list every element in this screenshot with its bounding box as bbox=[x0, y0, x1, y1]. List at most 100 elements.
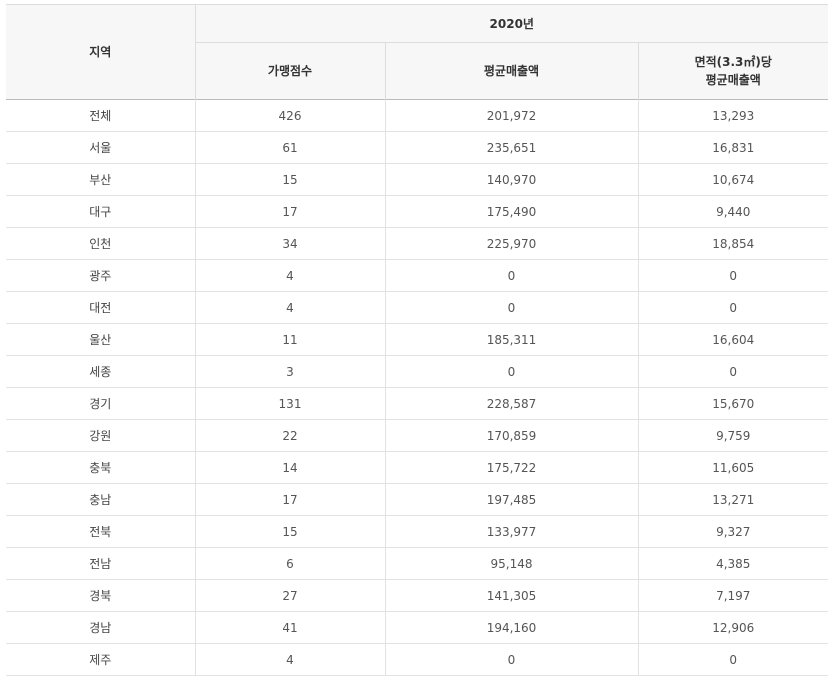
franchise-count-cell: 34 bbox=[195, 227, 386, 260]
average-sales-cell: 185,311 bbox=[385, 323, 639, 356]
region-cell: 인천 bbox=[6, 227, 196, 260]
average-sales-cell: 228,587 bbox=[385, 387, 639, 420]
region-cell: 제주 bbox=[6, 643, 196, 676]
average-sales-cell: 175,722 bbox=[385, 451, 639, 484]
area-average-sales-cell: 16,604 bbox=[638, 323, 828, 356]
table-row: 울산 11 185,311 16,604 bbox=[6, 323, 828, 356]
region-cell: 전남 bbox=[6, 547, 196, 580]
header-average-sales: 평균매출액 bbox=[385, 42, 639, 100]
area-average-sales-cell: 9,440 bbox=[638, 195, 828, 228]
header-area-line2: 평균매출액 bbox=[705, 73, 761, 87]
region-cell: 강원 bbox=[6, 419, 196, 452]
header-area-average-sales: 면적(3.3㎡)당 평균매출액 bbox=[638, 42, 828, 100]
franchise-count-cell: 4 bbox=[195, 291, 386, 324]
table-header: 지역 2020년 가맹점수 평균매출액 면적(3.3㎡)당 평균매출액 bbox=[6, 4, 828, 100]
franchise-count-cell: 15 bbox=[195, 163, 386, 196]
header-area-line1: 면적(3.3㎡)당 bbox=[694, 55, 772, 69]
header-franchise-count: 가맹점수 bbox=[195, 42, 386, 100]
average-sales-cell: 0 bbox=[385, 355, 639, 388]
table-row: 충북 14 175,722 11,605 bbox=[6, 451, 828, 484]
table-row: 경북 27 141,305 7,197 bbox=[6, 579, 828, 612]
table-row: 인천 34 225,970 18,854 bbox=[6, 227, 828, 260]
franchise-count-cell: 11 bbox=[195, 323, 386, 356]
area-average-sales-cell: 0 bbox=[638, 259, 828, 292]
region-cell: 전북 bbox=[6, 515, 196, 548]
average-sales-cell: 170,859 bbox=[385, 419, 639, 452]
area-average-sales-cell: 9,327 bbox=[638, 515, 828, 548]
franchise-count-cell: 17 bbox=[195, 195, 386, 228]
franchise-count-cell: 61 bbox=[195, 131, 386, 164]
average-sales-cell: 201,972 bbox=[385, 99, 639, 132]
franchise-count-cell: 15 bbox=[195, 515, 386, 548]
table-row: 부산 15 140,970 10,674 bbox=[6, 163, 828, 196]
average-sales-cell: 197,485 bbox=[385, 483, 639, 516]
region-cell: 부산 bbox=[6, 163, 196, 196]
area-average-sales-cell: 13,271 bbox=[638, 483, 828, 516]
franchise-count-cell: 4 bbox=[195, 259, 386, 292]
average-sales-cell: 0 bbox=[385, 259, 639, 292]
table-row: 전체 426 201,972 13,293 bbox=[6, 99, 828, 132]
area-average-sales-cell: 10,674 bbox=[638, 163, 828, 196]
table-body: 전체 426 201,972 13,293 서울 61 235,651 16,831 부산 15 1… bbox=[6, 99, 828, 676]
franchise-count-cell: 14 bbox=[195, 451, 386, 484]
region-cell: 세종 bbox=[6, 355, 196, 388]
average-sales-cell: 133,977 bbox=[385, 515, 639, 548]
average-sales-cell: 0 bbox=[385, 643, 639, 676]
average-sales-cell: 95,148 bbox=[385, 547, 639, 580]
area-average-sales-cell: 13,293 bbox=[638, 99, 828, 132]
franchise-count-cell: 3 bbox=[195, 355, 386, 388]
average-sales-cell: 235,651 bbox=[385, 131, 639, 164]
area-average-sales-cell: 0 bbox=[638, 643, 828, 676]
table-row: 대구 17 175,490 9,440 bbox=[6, 195, 828, 228]
average-sales-cell: 225,970 bbox=[385, 227, 639, 260]
franchise-count-cell: 22 bbox=[195, 419, 386, 452]
franchise-count-cell: 41 bbox=[195, 611, 386, 644]
average-sales-cell: 0 bbox=[385, 291, 639, 324]
average-sales-cell: 194,160 bbox=[385, 611, 639, 644]
area-average-sales-cell: 15,670 bbox=[638, 387, 828, 420]
table-row: 서울 61 235,651 16,831 bbox=[6, 131, 828, 164]
region-cell: 광주 bbox=[6, 259, 196, 292]
average-sales-cell: 175,490 bbox=[385, 195, 639, 228]
area-average-sales-cell: 16,831 bbox=[638, 131, 828, 164]
region-cell: 경기 bbox=[6, 387, 196, 420]
table-row: 전남 6 95,148 4,385 bbox=[6, 547, 828, 580]
region-cell: 경남 bbox=[6, 611, 196, 644]
average-sales-cell: 141,305 bbox=[385, 579, 639, 612]
area-average-sales-cell: 0 bbox=[638, 355, 828, 388]
header-row-year: 지역 2020년 bbox=[6, 4, 828, 100]
table-row: 경기 131 228,587 15,670 bbox=[6, 387, 828, 420]
average-sales-cell: 140,970 bbox=[385, 163, 639, 196]
franchise-count-cell: 27 bbox=[195, 579, 386, 612]
area-average-sales-cell: 18,854 bbox=[638, 227, 828, 260]
franchise-count-cell: 6 bbox=[195, 547, 386, 580]
area-average-sales-cell: 9,759 bbox=[638, 419, 828, 452]
table-row: 광주 4 0 0 bbox=[6, 259, 828, 292]
table-row: 전북 15 133,977 9,327 bbox=[6, 515, 828, 548]
franchise-count-cell: 426 bbox=[195, 99, 386, 132]
table-row: 충남 17 197,485 13,271 bbox=[6, 483, 828, 516]
region-cell: 경북 bbox=[6, 579, 196, 612]
region-cell: 대구 bbox=[6, 195, 196, 228]
franchise-count-cell: 4 bbox=[195, 643, 386, 676]
franchise-stats-table: 지역 2020년 가맹점수 평균매출액 면적(3.3㎡)당 평균매출액 전체 42… bbox=[6, 4, 828, 676]
table-row: 세종 3 0 0 bbox=[6, 355, 828, 388]
area-average-sales-cell: 4,385 bbox=[638, 547, 828, 580]
region-cell: 대전 bbox=[6, 291, 196, 324]
franchise-count-cell: 17 bbox=[195, 483, 386, 516]
table-row: 강원 22 170,859 9,759 bbox=[6, 419, 828, 452]
header-year: 2020년 bbox=[195, 4, 828, 43]
table-row: 경남 41 194,160 12,906 bbox=[6, 611, 828, 644]
area-average-sales-cell: 0 bbox=[638, 291, 828, 324]
franchise-count-cell: 131 bbox=[195, 387, 386, 420]
area-average-sales-cell: 11,605 bbox=[638, 451, 828, 484]
franchise-stats-table-container: 지역 2020년 가맹점수 평균매출액 면적(3.3㎡)당 평균매출액 전체 42… bbox=[6, 4, 828, 676]
header-region: 지역 bbox=[6, 4, 196, 100]
region-cell: 울산 bbox=[6, 323, 196, 356]
region-cell: 전체 bbox=[6, 99, 196, 132]
table-row: 대전 4 0 0 bbox=[6, 291, 828, 324]
area-average-sales-cell: 7,197 bbox=[638, 579, 828, 612]
area-average-sales-cell: 12,906 bbox=[638, 611, 828, 644]
table-row: 제주 4 0 0 bbox=[6, 643, 828, 676]
region-cell: 서울 bbox=[6, 131, 196, 164]
